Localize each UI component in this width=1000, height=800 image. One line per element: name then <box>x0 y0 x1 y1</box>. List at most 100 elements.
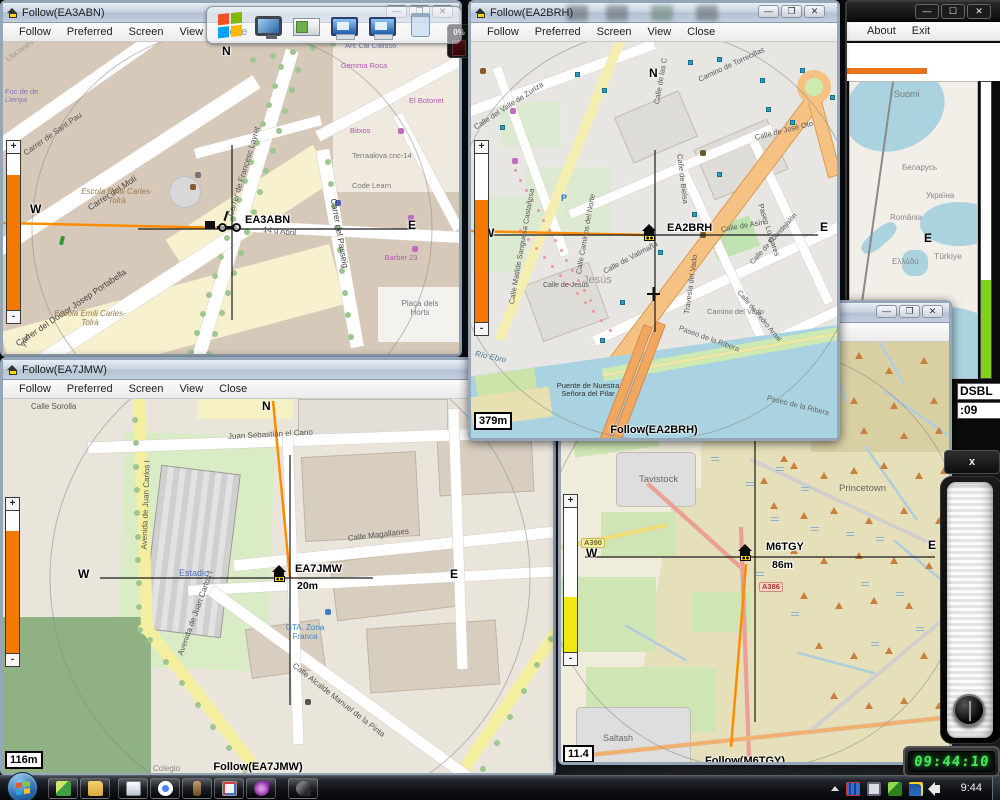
ea7jmw-map[interactable]: N W E EA7JMW 20m + - 116m Follow(EA7JMW)… <box>3 399 553 773</box>
zoom-in-button[interactable]: + <box>6 498 19 511</box>
radio-app-icon <box>296 781 311 796</box>
my-computer-icon[interactable] <box>255 16 282 36</box>
menu-item-screen[interactable]: Screen <box>121 383 172 395</box>
station-callsign: M6TGY <box>766 541 804 553</box>
tree-dot <box>195 702 201 708</box>
menu-item-close[interactable]: Close <box>679 26 723 38</box>
status-text: Follow(EA7JMW) <box>213 761 302 773</box>
zoom-out-button[interactable]: - <box>6 653 19 666</box>
menu-item-view[interactable]: View <box>172 383 212 395</box>
windows-logo-icon[interactable] <box>217 10 244 40</box>
network-computer-icon[interactable] <box>331 17 358 36</box>
recycle-bin-icon[interactable] <box>411 13 430 37</box>
window-icon <box>7 8 18 18</box>
weather-tray-icon[interactable] <box>909 782 923 796</box>
menu-item-preferred[interactable]: Preferred <box>59 26 121 38</box>
clock-gadget[interactable]: 09:44:10 <box>903 746 1000 777</box>
zoom-out-button[interactable]: - <box>564 652 577 665</box>
zoom-track[interactable] <box>7 154 20 310</box>
volume-tray-icon[interactable] <box>934 785 940 793</box>
peak-triangle-icon <box>900 507 908 514</box>
follow-ea2brh-window[interactable]: Follow(EA2BRH) — ❐ ✕ FollowPreferredScre… <box>468 0 840 441</box>
zoom-track[interactable] <box>6 511 19 653</box>
network-computer-icon[interactable] <box>369 17 396 36</box>
traffic-signal-icon <box>500 125 505 130</box>
menu-item-preferred[interactable]: Preferred <box>527 26 589 38</box>
menu-item-follow[interactable]: Follow <box>11 383 59 395</box>
menu-item-screen[interactable]: Screen <box>121 26 172 38</box>
close-button[interactable]: ✕ <box>967 4 991 19</box>
peak-triangle-icon <box>905 602 913 609</box>
menu-item-about[interactable]: About <box>859 25 904 37</box>
menu-item-view[interactable]: View <box>640 26 680 38</box>
slider-rail[interactable] <box>947 482 993 738</box>
zoom-slider[interactable]: + - <box>474 140 489 336</box>
peak-triangle-icon <box>800 592 808 599</box>
minimize-button[interactable]: — <box>915 4 939 19</box>
menu-item-follow[interactable]: Follow <box>479 26 527 38</box>
taskbar-button-utility[interactable] <box>182 778 212 799</box>
zoom-track[interactable] <box>564 508 577 652</box>
restore-button[interactable]: ❐ <box>899 305 920 318</box>
poi-marker <box>700 150 706 156</box>
zoom-slider[interactable]: + - <box>6 140 21 324</box>
menu-item-close[interactable]: Close <box>211 383 255 395</box>
taskbar-button-mapping-app[interactable] <box>48 778 78 799</box>
menu-item-preferred[interactable]: Preferred <box>59 383 121 395</box>
zoom-out-button[interactable]: - <box>475 322 488 335</box>
taskbar-button-email[interactable] <box>118 778 148 799</box>
gadget-close-button[interactable]: x <box>944 450 1000 474</box>
marsh-icon <box>846 532 854 536</box>
taskbar-clock[interactable]: 9:44 <box>961 782 982 794</box>
minimize-button[interactable]: — <box>876 305 897 318</box>
zoom-in-button[interactable]: + <box>7 141 20 154</box>
zoom-in-button[interactable]: + <box>564 495 577 508</box>
ea3abn-map[interactable]: N W E EA3ABN + - LlucanèsFoc de de Lleny… <box>3 42 459 354</box>
zoom-fill <box>7 175 20 310</box>
close-button[interactable]: ✕ <box>804 5 825 18</box>
taskbar-button-chrome[interactable] <box>150 778 180 799</box>
map-label: Saltash <box>603 734 633 744</box>
map-label: Türkiye <box>934 252 962 261</box>
glass-reflection <box>696 5 718 21</box>
monitor-titlebar[interactable]: — ☐ ✕ <box>847 2 1000 22</box>
status-readout: DSBL <box>957 383 1000 400</box>
start-button[interactable] <box>7 772 38 800</box>
menu-item-follow[interactable]: Follow <box>11 26 59 38</box>
map-tray-icon[interactable] <box>888 782 902 796</box>
minimize-button[interactable]: — <box>758 5 779 18</box>
tree-dot <box>310 45 316 51</box>
zoom-in-button[interactable]: + <box>475 141 488 154</box>
poi-marker <box>325 609 331 615</box>
close-button[interactable]: ✕ <box>922 305 943 318</box>
monitor-window-controls: — ☐ ✕ <box>915 4 991 19</box>
zoom-track[interactable] <box>475 154 488 322</box>
sync-tray-icon[interactable] <box>846 782 860 796</box>
desktop: — ☐ ✕ AboutExit SuomiБеларусьУкраїнаRomâ… <box>0 0 1000 800</box>
taskbar-button-notes[interactable] <box>214 778 244 799</box>
mapping-app-icon <box>56 781 71 796</box>
restore-button[interactable]: ❐ <box>781 5 802 18</box>
zoom-fill <box>475 200 488 322</box>
slider-gadget[interactable] <box>940 476 1000 744</box>
ea2brh-titlebar[interactable]: Follow(EA2BRH) — ❐ ✕ <box>471 3 837 23</box>
taskbar-button-file-explorer[interactable] <box>80 778 110 799</box>
slider-knob[interactable] <box>953 694 985 726</box>
tree-dot <box>589 299 592 302</box>
taskbar-button-aprs[interactable] <box>246 778 276 799</box>
taskbar-button-radio[interactable] <box>288 778 318 799</box>
network-tray-icon[interactable] <box>867 782 881 796</box>
follow-ea3abn-window[interactable]: Follow(EA3ABN) — ❐ ✕ FollowPreferredScre… <box>0 0 462 357</box>
zoom-slider[interactable]: + - <box>5 497 20 667</box>
hidden-icons-arrow[interactable] <box>831 786 839 791</box>
zoom-slider[interactable]: + - <box>563 494 578 666</box>
menu-item-screen[interactable]: Screen <box>589 26 640 38</box>
tree-dot <box>480 766 486 772</box>
ea2brh-map[interactable]: N W E EA2BRH + - 379m Follow(EA2BRH) Cal… <box>471 42 837 438</box>
mail-icon[interactable] <box>293 18 320 36</box>
traffic-signal-icon <box>830 95 835 100</box>
zoom-out-button[interactable]: - <box>7 310 20 323</box>
maximize-button[interactable]: ☐ <box>941 4 965 19</box>
show-desktop-button[interactable] <box>992 776 1000 800</box>
menu-item-exit[interactable]: Exit <box>904 25 938 37</box>
